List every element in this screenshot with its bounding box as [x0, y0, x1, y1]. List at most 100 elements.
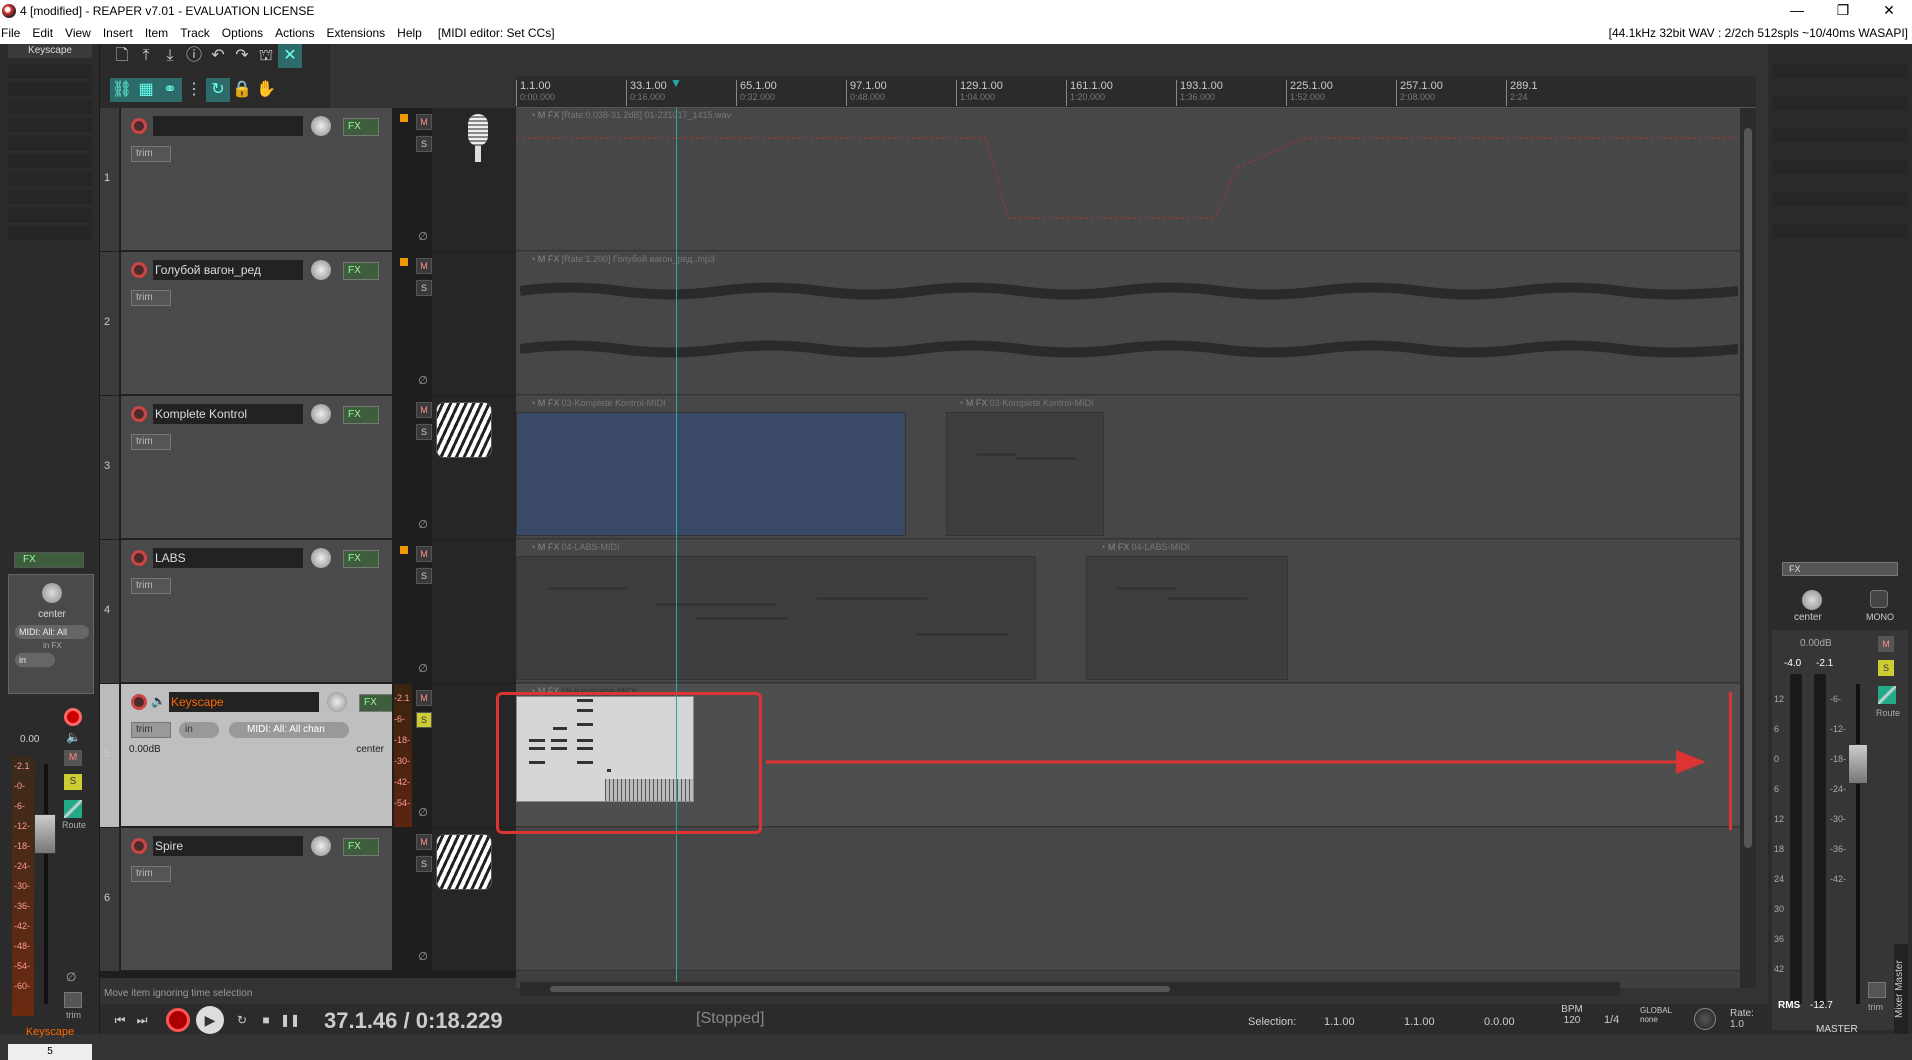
input-select[interactable]: in — [15, 653, 55, 667]
track-panel[interactable]: Komplete Kontrol FX trim — [121, 396, 392, 539]
trim-button[interactable]: trim — [131, 290, 171, 306]
solo-button[interactable]: S — [64, 774, 82, 790]
save-project-icon[interactable]: ⤓ — [158, 44, 182, 68]
route-icon[interactable] — [64, 800, 82, 818]
global-mode[interactable]: none — [1640, 1015, 1672, 1024]
trim-button[interactable]: trim — [131, 578, 171, 594]
solo-button[interactable]: S — [416, 280, 432, 296]
master-pan-knob[interactable] — [1802, 590, 1822, 610]
phase-invert-icon[interactable]: ∅ — [416, 374, 430, 388]
global-automation[interactable]: GLOBAL none — [1640, 1006, 1672, 1024]
midi-item[interactable] — [1086, 556, 1288, 680]
track-row[interactable]: 6 Spire FX trim M S ∅ — [100, 828, 516, 972]
vertical-scrollbar[interactable] — [1740, 108, 1756, 988]
midi-item[interactable] — [516, 412, 906, 536]
volume-fader-handle[interactable] — [34, 814, 56, 854]
selection-length[interactable]: 0.0.00 — [1484, 1016, 1515, 1028]
pause-icon[interactable]: ❚❚ — [280, 1010, 300, 1030]
fx-slot[interactable] — [1772, 128, 1908, 142]
track-number-column[interactable]: 3 — [100, 396, 120, 539]
track-row[interactable]: 2 Голубой вагон_ред FX trim M S ∅ — [100, 252, 516, 396]
playhead-cursor[interactable] — [676, 108, 677, 988]
fx-slot[interactable] — [1772, 160, 1908, 174]
track-lane[interactable]: ◔ M FX 03-Komplete Kontrol-MIDI ◔ M FX 03-… — [516, 396, 1740, 539]
track-number-column[interactable]: 6 — [100, 828, 120, 971]
midi-input-select[interactable]: MIDI: All: All chan — [229, 722, 349, 738]
playhead-marker-icon[interactable]: ▼ — [670, 76, 682, 90]
automation-icon[interactable] — [400, 258, 408, 266]
midi-input-select[interactable]: MIDI: All: All — [15, 625, 89, 639]
track-fx-button[interactable]: FX — [343, 550, 379, 568]
track-number-column[interactable]: 4 — [100, 540, 120, 683]
volume-knob[interactable] — [311, 836, 331, 856]
midi-item[interactable] — [946, 412, 1104, 536]
fx-slot[interactable] — [8, 172, 92, 186]
volume-fader-track[interactable] — [44, 764, 48, 1004]
fx-slot[interactable] — [1772, 64, 1908, 78]
phase-invert-icon[interactable]: ∅ — [416, 950, 430, 964]
time-signature[interactable]: 1/4 — [1604, 1014, 1619, 1026]
track-panel[interactable]: Spire FX trim — [121, 828, 392, 971]
trim-icon[interactable] — [64, 992, 82, 1008]
arrange-view[interactable]: 1.1.00 0:00.000 33.1.00 0:16.000 65.1.00 0:… — [516, 76, 1756, 988]
volume-knob[interactable] — [311, 404, 331, 424]
mute-button[interactable]: M — [64, 750, 82, 766]
peak-left[interactable]: -4.0 — [1784, 658, 1801, 669]
track-row[interactable]: 4 LABS FX trim M S ∅ — [100, 540, 516, 684]
track-name-field[interactable]: Komplete Kontrol — [153, 404, 303, 424]
mute-button[interactable]: M — [416, 114, 432, 130]
grid-icon[interactable]: ⋮ — [182, 78, 206, 102]
track-lane[interactable] — [516, 828, 1740, 971]
menu-actions[interactable]: Actions — [269, 26, 320, 40]
trim-icon[interactable] — [1868, 982, 1886, 998]
record-arm-button[interactable] — [131, 550, 147, 566]
stop-icon[interactable]: ■ — [256, 1010, 276, 1030]
bpm-display[interactable]: BPM 120 — [1552, 1004, 1592, 1026]
menu-track[interactable]: Track — [174, 26, 216, 40]
mixer-fx-button[interactable]: FX — [14, 552, 84, 568]
track-fx-button[interactable]: FX — [343, 838, 379, 856]
master-fader-track[interactable] — [1856, 684, 1860, 1004]
fx-slot[interactable] — [8, 190, 92, 204]
peak-right[interactable]: -2.1 — [1816, 658, 1833, 669]
timeline-ruler[interactable]: 1.1.00 0:00.000 33.1.00 0:16.000 65.1.00 0:… — [516, 76, 1756, 108]
phase-invert-icon[interactable]: ∅ — [416, 662, 430, 676]
menu-file[interactable]: File — [0, 26, 26, 40]
volume-knob[interactable] — [311, 116, 331, 136]
record-arm-button[interactable] — [131, 118, 147, 134]
master-fx-button[interactable]: FX — [1782, 562, 1898, 576]
go-to-start-icon[interactable]: ⏮ — [110, 1010, 130, 1030]
track-name-field[interactable] — [153, 116, 303, 136]
track-lane[interactable]: ◔ M FX 04-LABS-MIDI ◔ M FX 04-LABS-MIDI — [516, 540, 1740, 683]
pan-knob[interactable] — [42, 583, 62, 603]
track-lane[interactable]: ◔ M FX [Rate:0.038-31.2dB] 01-231017_1415… — [516, 108, 1740, 251]
track-row[interactable]: 3 Komplete Kontrol FX trim M S ∅ — [100, 396, 516, 540]
bpm-value[interactable]: 120 — [1552, 1015, 1592, 1026]
media-item-label[interactable]: ◔ M FX [Rate:1.200] Голубой вагон_ред..mp… — [530, 254, 715, 264]
record-arm-button[interactable] — [131, 262, 147, 278]
fx-slot[interactable] — [8, 82, 92, 96]
maximize-button[interactable]: ❐ — [1820, 0, 1866, 22]
mute-button[interactable]: M — [416, 690, 432, 706]
menu-view[interactable]: View — [59, 26, 97, 40]
menu-edit[interactable]: Edit — [26, 26, 59, 40]
track-fx-button[interactable]: FX — [359, 694, 395, 712]
record-arm-button[interactable] — [131, 406, 147, 422]
fx-slot[interactable] — [8, 226, 92, 240]
track-name-field[interactable]: Spire — [153, 836, 303, 856]
record-arm-button[interactable] — [131, 838, 147, 854]
track-panel[interactable]: LABS FX trim — [121, 540, 392, 683]
play-button[interactable]: ▶ — [196, 1006, 224, 1034]
open-project-icon[interactable]: ⤒ — [134, 44, 158, 68]
selection-start[interactable]: 1.1.00 — [1324, 1016, 1355, 1028]
track-name-field[interactable]: LABS — [153, 548, 303, 568]
undo-icon[interactable]: ↶ — [206, 44, 230, 68]
trim-button[interactable]: trim — [131, 434, 171, 450]
horizontal-scrollbar-thumb[interactable] — [550, 986, 1170, 992]
track-number-column[interactable]: 5 — [100, 684, 120, 827]
playrate-knob[interactable] — [1694, 1008, 1716, 1030]
media-item-label[interactable]: ◔ M FX 03-Komplete Kontrol-MIDI — [530, 398, 665, 408]
time-display[interactable]: 37.1.46 / 0:18.229 — [324, 1008, 503, 1034]
track-panel[interactable]: FX trim — [121, 108, 392, 251]
selection-end[interactable]: 1.1.00 — [1404, 1016, 1435, 1028]
